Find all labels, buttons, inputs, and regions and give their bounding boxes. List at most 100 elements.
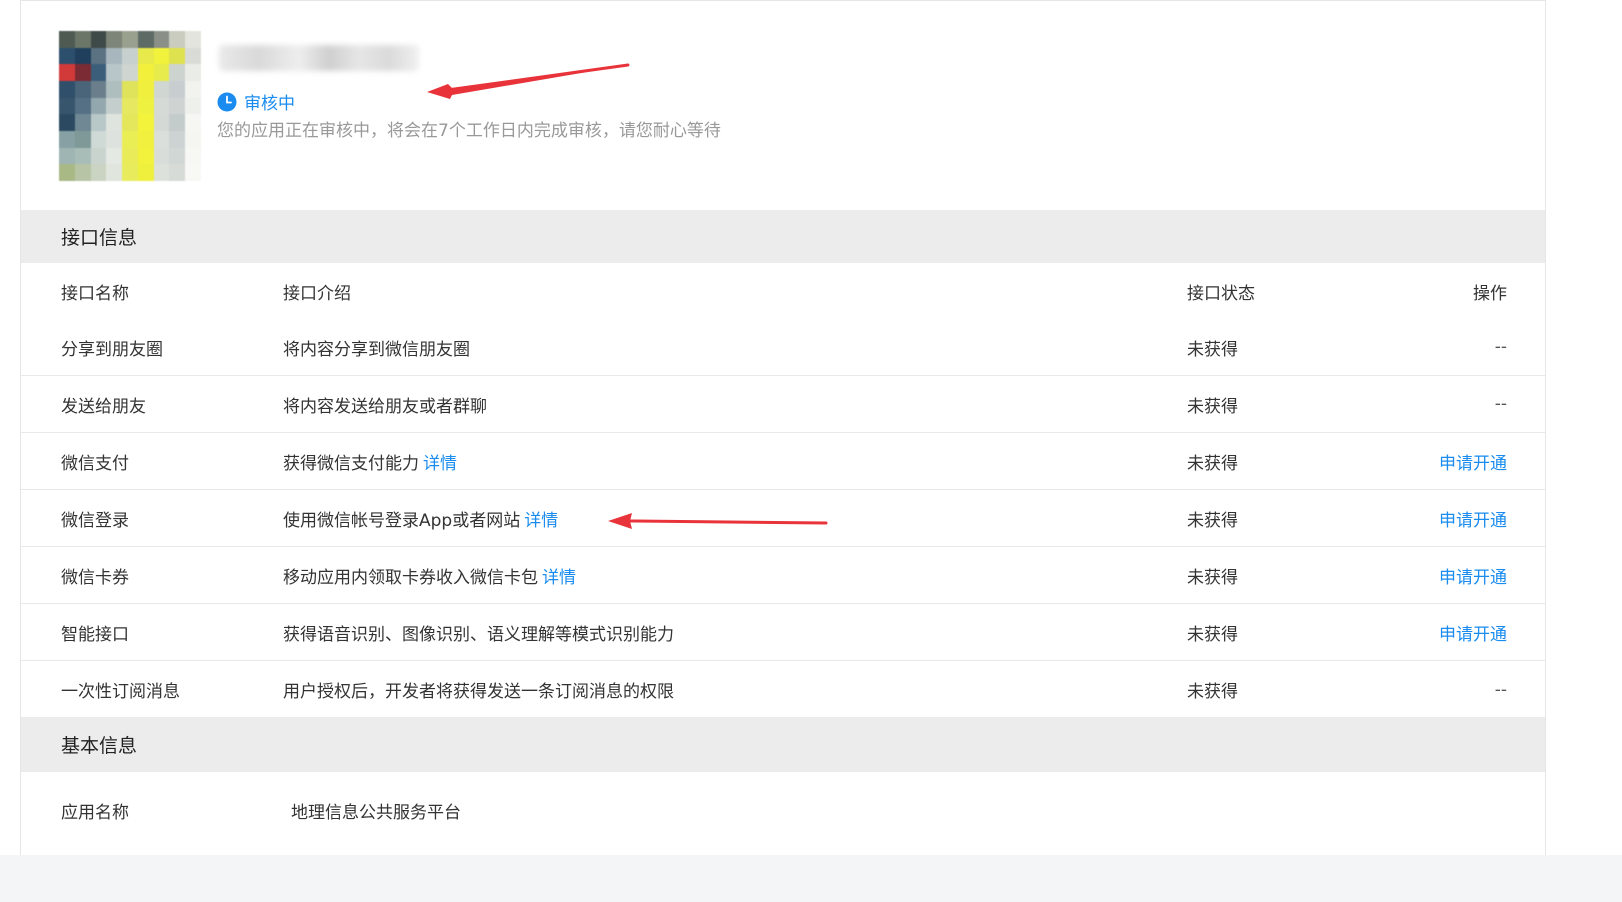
icon-pixel [74, 97, 91, 115]
icon-pixel [90, 97, 107, 115]
icon-pixel [153, 80, 170, 98]
table-row: 一次性订阅消息 用户授权后，开发者将获得发送一条订阅消息的权限 未获得 -- [21, 661, 1545, 718]
table-row: 分享到朋友圈 将内容分享到微信朋友圈 未获得 -- [21, 319, 1545, 376]
icon-pixel [122, 47, 138, 65]
icon-pixel [169, 97, 186, 115]
apply-open-link[interactable]: 申请开通 [1439, 604, 1507, 660]
apply-open-link[interactable]: 申请开通 [1439, 433, 1507, 489]
interface-section-header: 接口信息 [21, 210, 1545, 263]
icon-pixel [169, 147, 186, 165]
icon-pixel [122, 31, 138, 48]
icon-pixel [153, 47, 170, 65]
icon-pixel [153, 31, 170, 48]
basic-section-title: 基本信息 [61, 735, 138, 757]
icon-pixel [106, 64, 123, 81]
icon-pixel [185, 130, 201, 148]
app-detail-card: 审核中 您的应用正在审核中，将会在7个工作日内完成审核，请您耐心等待 接口信息 … [20, 0, 1546, 855]
icon-pixel [74, 164, 91, 181]
detail-link[interactable]: 详情 [423, 449, 457, 474]
icon-pixel [185, 164, 201, 181]
icon-pixel [185, 147, 201, 165]
icon-pixel [106, 147, 123, 165]
icon-pixel [137, 130, 154, 148]
icon-pixel [90, 31, 107, 48]
icon-pixel [122, 164, 138, 181]
interface-name: 智能接口 [61, 624, 129, 645]
app-name-label: 应用名称 [61, 802, 129, 823]
table-row: 发送给朋友 将内容发送给朋友或者群聊 未获得 -- [21, 376, 1545, 433]
icon-pixel [122, 64, 138, 81]
icon-pixel [90, 47, 107, 65]
icon-pixel [122, 80, 138, 98]
interface-desc: 将内容分享到微信朋友圈 [283, 319, 470, 375]
icon-pixel [106, 130, 123, 148]
icon-pixel [137, 47, 154, 65]
detail-link[interactable]: 详情 [542, 563, 576, 588]
icon-pixel [59, 97, 75, 115]
table-header-row: 接口名称 接口介绍 接口状态 操作 [21, 263, 1545, 319]
icon-pixel [137, 64, 154, 81]
interface-desc: 移动应用内领取卡券收入微信卡包 详情 [283, 547, 576, 603]
app-header: 审核中 您的应用正在审核中，将会在7个工作日内完成审核，请您耐心等待 [59, 31, 1499, 181]
icon-pixel [59, 80, 75, 98]
interface-state: 未获得 [1187, 510, 1238, 531]
icon-pixel [106, 97, 123, 115]
icon-pixel [59, 64, 75, 81]
icon-pixel [106, 164, 123, 181]
icon-pixel [153, 97, 170, 115]
table-row: 微信卡券 移动应用内领取卡券收入微信卡包 详情 未获得 申请开通 [21, 547, 1545, 604]
header-name: 接口名称 [61, 283, 129, 304]
icon-pixel [137, 97, 154, 115]
icon-pixel [59, 147, 75, 165]
interface-state: 未获得 [1187, 567, 1238, 588]
icon-pixel [153, 114, 170, 131]
icon-pixel [106, 47, 123, 65]
icon-pixel [137, 164, 154, 181]
icon-pixel [185, 64, 201, 81]
icon-pixel [59, 130, 75, 148]
icon-pixel [153, 130, 170, 148]
interface-state: 未获得 [1187, 624, 1238, 645]
interface-name: 微信支付 [61, 453, 129, 474]
icon-pixel [90, 147, 107, 165]
interface-desc: 将内容发送给朋友或者群聊 [283, 376, 487, 432]
no-action-placeholder: -- [1494, 394, 1507, 414]
icon-pixel [59, 31, 75, 48]
interface-name: 一次性订阅消息 [61, 682, 180, 702]
table-row: 智能接口 获得语音识别、图像识别、语义理解等模式识别能力 未获得 申请开通 [21, 604, 1545, 661]
icon-pixel [74, 80, 91, 98]
icon-pixel [106, 31, 123, 48]
icon-pixel [169, 47, 186, 65]
status-label: 审核中 [244, 94, 295, 114]
interface-desc: 使用微信帐号登录App或者网站 详情 [283, 490, 558, 546]
interface-state: 未获得 [1187, 453, 1238, 474]
app-icon-pixelated [59, 31, 201, 181]
apply-open-link[interactable]: 申请开通 [1439, 490, 1507, 546]
table-row: 微信登录 使用微信帐号登录App或者网站 详情 未获得 申请开通 [21, 490, 1545, 547]
apply-open-link[interactable]: 申请开通 [1439, 547, 1507, 603]
icon-pixel [106, 80, 123, 98]
icon-pixel [122, 147, 138, 165]
icon-pixel [169, 64, 186, 81]
interface-name: 微信卡券 [61, 567, 129, 588]
icon-pixel [74, 64, 91, 81]
icon-pixel [90, 164, 107, 181]
icon-pixel [74, 147, 91, 165]
icon-pixel [169, 80, 186, 98]
icon-pixel [106, 114, 123, 131]
interface-desc-text: 使用微信帐号登录App或者网站 [283, 510, 521, 531]
header-desc: 接口介绍 [283, 283, 351, 304]
icon-pixel [74, 47, 91, 65]
icon-pixel [74, 130, 91, 148]
interface-state: 未获得 [1187, 339, 1238, 360]
interface-desc-text: 用户授权后，开发者将获得发送一条订阅消息的权限 [283, 682, 674, 702]
interface-desc-text: 将内容发送给朋友或者群聊 [283, 396, 487, 417]
icon-pixel [59, 114, 75, 131]
icon-pixel [185, 114, 201, 131]
icon-pixel [153, 147, 170, 165]
icon-pixel [185, 80, 201, 98]
detail-link[interactable]: 详情 [524, 506, 558, 531]
icon-pixel [122, 97, 138, 115]
interface-desc: 获得语音识别、图像识别、语义理解等模式识别能力 [283, 604, 674, 660]
interface-name: 微信登录 [61, 510, 129, 531]
